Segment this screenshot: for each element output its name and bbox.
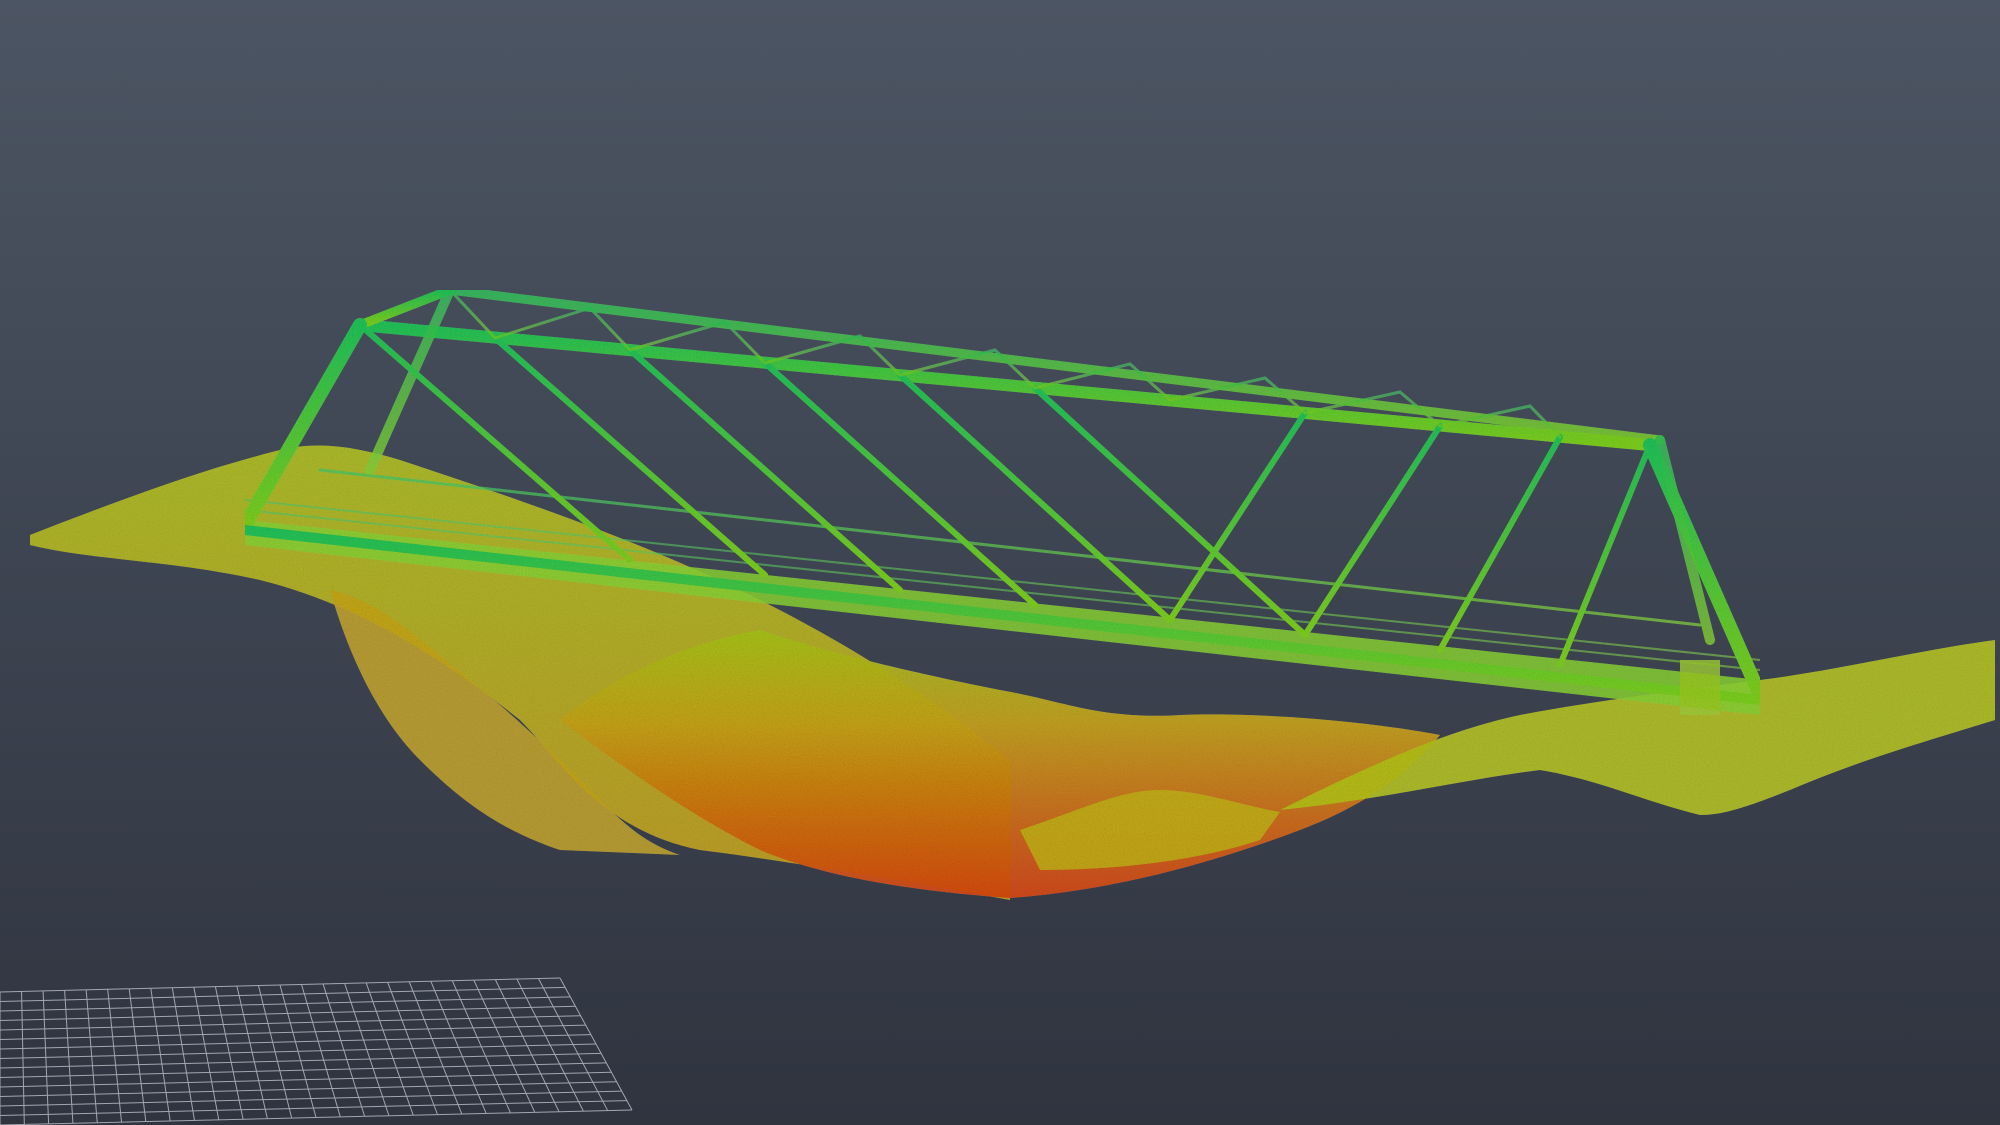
ground-grid bbox=[0, 977, 633, 1125]
grid-line bbox=[0, 1109, 633, 1125]
3d-viewport[interactable] bbox=[0, 0, 2000, 1125]
point-cloud-scene[interactable] bbox=[0, 0, 2000, 1125]
